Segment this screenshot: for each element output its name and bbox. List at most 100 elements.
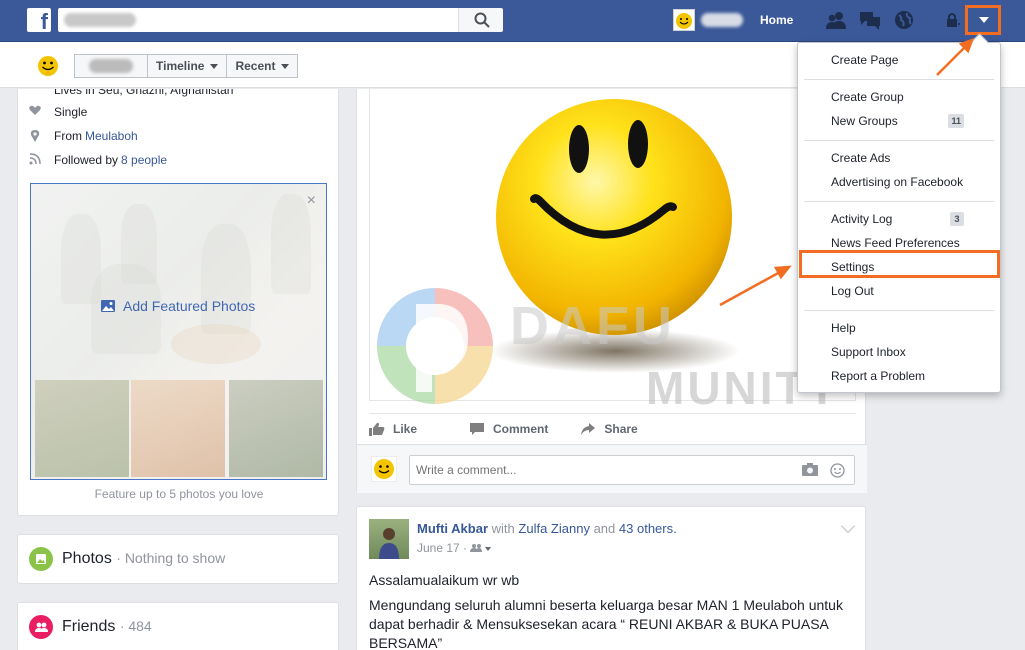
rss-icon <box>28 153 42 167</box>
menu-divider <box>804 201 994 202</box>
comment-composer <box>357 444 867 493</box>
photos-title-text: Photos <box>62 550 112 567</box>
followed-label: Followed by <box>54 153 119 167</box>
featured-photos-box[interactable]: × Add Featured Photos <box>30 183 327 480</box>
post-actions: Like Comment Share <box>369 413 856 443</box>
photos-title[interactable]: Photos · Nothing to show <box>62 550 225 568</box>
comment-icon <box>470 422 485 435</box>
post-text-body: Mengundang seluruh alumni beserta keluar… <box>369 597 843 650</box>
featured-caption: Feature up to 5 photos you love <box>94 487 264 501</box>
tab-recent-label: Recent <box>235 59 276 73</box>
close-icon[interactable]: × <box>307 192 316 210</box>
globe-icon[interactable] <box>893 10 915 30</box>
menu-item-create-ads[interactable]: Create Ads <box>798 146 1000 170</box>
menu-divider <box>804 79 994 80</box>
menu-item-new-groups[interactable]: New Groups 11 <box>798 109 1000 133</box>
emoji-icon[interactable] <box>830 463 845 478</box>
featured-thumbnail <box>131 380 225 477</box>
others-link[interactable]: 43 others. <box>619 521 677 536</box>
menu-divider <box>804 310 994 311</box>
menu-item-report-problem[interactable]: Report a Problem <box>798 364 1000 388</box>
comment-tools <box>802 463 845 478</box>
post-date-text[interactable]: June 17 · <box>417 541 467 555</box>
profile-name-redacted[interactable] <box>701 13 743 27</box>
commenter-avatar <box>371 456 397 482</box>
account-menu-button[interactable] <box>965 5 1001 35</box>
friends-count: · 484 <box>119 618 152 634</box>
friends-title[interactable]: Friends · 484 <box>62 618 152 636</box>
post-options-chevron-icon[interactable] <box>840 518 856 534</box>
from-place-link[interactable]: Meulaboh <box>85 129 138 143</box>
timeline-tabs: Timeline Recent <box>74 54 299 78</box>
tab-recent[interactable]: Recent <box>226 55 297 77</box>
messages-icon[interactable] <box>859 10 881 30</box>
profile-name-tab[interactable] <box>75 55 147 77</box>
from-label: From <box>54 129 82 143</box>
menu-item-log-out[interactable]: Log Out <box>798 279 1000 303</box>
home-link[interactable]: Home <box>760 13 793 27</box>
comment-button[interactable]: Comment <box>469 422 548 436</box>
menu-item-activity-log[interactable]: Activity Log 3 <box>798 207 1000 231</box>
caret-down-icon <box>210 63 219 69</box>
subheader-avatar[interactable] <box>36 53 60 77</box>
menu-item-support-inbox[interactable]: Support Inbox <box>798 340 1000 364</box>
share-label: Share <box>604 421 638 436</box>
second-post-card: Mufti Akbar with Zulfa Zianny and 43 oth… <box>356 506 866 650</box>
like-button[interactable]: Like <box>369 422 417 436</box>
featured-label-text: Add Featured Photos <box>123 298 256 314</box>
tab-timeline-label: Timeline <box>156 59 205 73</box>
camera-icon[interactable] <box>802 463 818 476</box>
post-text-line1: Assalamualaikum wr wb <box>369 572 520 588</box>
photos-card[interactable]: Photos · Nothing to show <box>17 534 339 584</box>
menu-divider <box>804 140 994 141</box>
with-text: with <box>491 521 515 536</box>
settings-highlight-box <box>799 250 1000 278</box>
share-button[interactable]: Share <box>580 421 638 436</box>
like-label: Like <box>393 421 418 436</box>
menu-item-create-group[interactable]: Create Group <box>798 85 1000 109</box>
intro-followers: Followed by 8 people <box>28 153 167 167</box>
add-featured-photos-button[interactable]: Add Featured Photos <box>101 298 255 314</box>
share-icon <box>581 422 596 435</box>
friends-card[interactable]: Friends · 484 <box>17 602 339 650</box>
pin-icon <box>28 129 42 143</box>
author-name-link[interactable]: Mufti Akbar <box>417 521 488 536</box>
post-header: Mufti Akbar with Zulfa Zianny and 43 oth… <box>417 521 677 536</box>
friends-icon[interactable] <box>825 10 847 30</box>
intro-from: From Meulaboh <box>28 129 138 143</box>
search-icon <box>474 12 490 28</box>
friends-title-text: Friends <box>62 618 116 635</box>
profile-avatar[interactable] <box>673 9 695 31</box>
photo-icon <box>101 300 115 312</box>
featured-thumbnail <box>229 380 323 477</box>
like-icon <box>369 422 385 436</box>
and-text: and <box>593 521 616 536</box>
comment-input[interactable] <box>409 455 855 485</box>
featured-thumbnail <box>35 380 129 477</box>
menu-item-advertising[interactable]: Advertising on Facebook <box>798 170 1000 194</box>
audience-friends-icon[interactable] <box>470 543 492 553</box>
post-date: June 17 · <box>417 541 492 555</box>
facebook-logo[interactable]: f <box>27 8 51 32</box>
post-image-smiley[interactable] <box>369 89 856 401</box>
menu-item-create-page[interactable]: Create Page <box>798 48 1000 72</box>
photos-icon <box>29 547 53 571</box>
top-navigation-bar: f Home <box>0 0 1025 42</box>
author-avatar[interactable] <box>369 519 409 559</box>
caret-down-icon <box>281 63 290 69</box>
followers-link[interactable]: 8 people <box>121 153 167 167</box>
relationship-text: Single <box>54 105 88 119</box>
tagged-user-link[interactable]: Zulfa Zianny <box>518 521 590 536</box>
friends-icon <box>29 615 53 639</box>
activity-log-count-badge: 3 <box>950 212 964 226</box>
search-button[interactable] <box>458 8 503 32</box>
new-groups-count-badge: 11 <box>948 114 964 128</box>
heart-icon <box>28 105 42 119</box>
menu-item-help[interactable]: Help <box>798 316 1000 340</box>
caret-down-icon <box>979 17 989 23</box>
intro-relationship: Single <box>28 105 87 119</box>
post-card: Like Comment Share <box>356 89 867 493</box>
lock-icon[interactable] <box>944 10 962 30</box>
tab-timeline[interactable]: Timeline <box>147 55 226 77</box>
search-text-redacted <box>64 13 136 27</box>
